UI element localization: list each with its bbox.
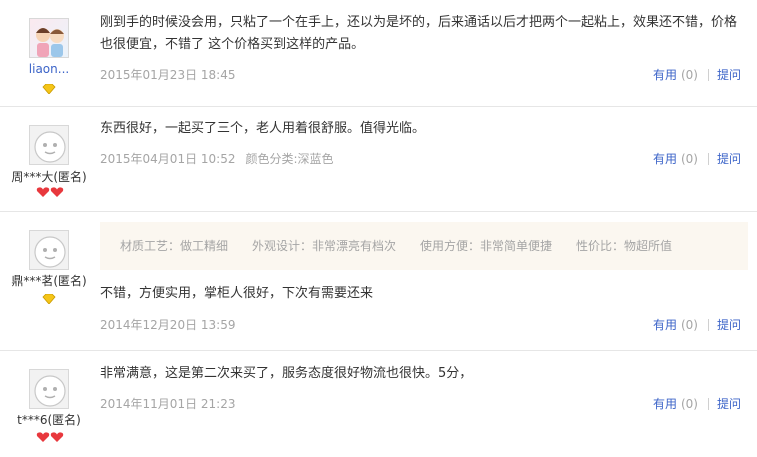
review-actions: 有用 (0) 提问 xyxy=(653,316,741,333)
user-avatar[interactable] xyxy=(29,369,69,409)
ask-button[interactable]: 提问 xyxy=(717,68,741,82)
useful-button[interactable]: 有用 xyxy=(653,152,677,166)
user-avatar[interactable] xyxy=(29,230,69,270)
yellow-diamond-icon xyxy=(42,84,56,94)
review-date: 2014年12月20日 13:59 xyxy=(100,318,236,332)
review-date: 2015年04月01日 10:52 xyxy=(100,152,236,166)
review-content: 非常满意，这是第二次来买了，服务态度很好物流也很快。5分， xyxy=(100,366,473,381)
review-date: 2014年11月01日 21:23 xyxy=(100,397,236,411)
ask-button[interactable]: 提问 xyxy=(717,318,741,332)
review-content: 不错，方便实用，掌柜人很好，下次有需要还来 xyxy=(100,286,374,301)
tag-bar: 材质工艺：做工精细 外观设计：非常漂亮有档次 使用方便：非常简单便捷 性价比：物超所值 xyxy=(100,222,748,270)
useful-button[interactable]: 有用 xyxy=(653,318,677,332)
divider xyxy=(707,153,709,165)
review-actions: 有用 (0) 提问 xyxy=(653,66,741,83)
divider xyxy=(707,319,709,331)
review-actions: 有用 (0) 提问 xyxy=(653,150,741,167)
useful-button[interactable]: 有用 xyxy=(653,397,677,411)
review-item: 周***大(匿名) 东西很好，一起买了三个，老人用着很舒服。值得光临。 2015… xyxy=(0,107,757,212)
divider xyxy=(707,398,709,410)
user-name: t***6(匿名) xyxy=(17,413,81,427)
tag-value: 性价比：物超所值 xyxy=(576,239,673,253)
tag-usability: 使用方便：非常简单便捷 xyxy=(420,239,553,253)
user-name: 周***大(匿名) xyxy=(11,170,87,184)
user-avatar[interactable] xyxy=(29,125,69,165)
useful-count: (0) xyxy=(680,68,698,82)
useful-count: (0) xyxy=(680,397,698,411)
user-name[interactable]: liaon... xyxy=(0,62,98,76)
review-actions: 有用 (0) 提问 xyxy=(653,395,741,412)
review-date: 2015年01月23日 18:45 xyxy=(100,68,236,82)
review-item: liaon... 刚到手的时候没会用，只粘了一个在手上，还以为是坏的，后来通话以… xyxy=(0,0,757,107)
spec-info: 颜色分类:深蓝色 xyxy=(245,152,334,166)
useful-button[interactable]: 有用 xyxy=(653,68,677,82)
useful-count: (0) xyxy=(680,152,698,166)
yellow-diamond-icon xyxy=(42,294,56,304)
review-meta: 2015年04月01日 10:52 颜色分类:深蓝色 xyxy=(100,150,334,167)
ask-button[interactable]: 提问 xyxy=(717,152,741,166)
user-name: 鼎***茗(匿名) xyxy=(11,274,87,288)
review-content: 刚到手的时候没会用，只粘了一个在手上，还以为是坏的，后来通话以后才把两个一起粘上… xyxy=(100,15,738,52)
user-avatar[interactable] xyxy=(29,18,69,58)
review-item: t***6(匿名) 非常满意，这是第二次来买了，服务态度很好物流也很快。5分， … xyxy=(0,351,757,457)
red-heart-icon xyxy=(36,187,64,197)
divider xyxy=(707,69,709,81)
tag-design: 外观设计：非常漂亮有档次 xyxy=(252,239,397,253)
useful-count: (0) xyxy=(680,318,698,332)
review-item: 鼎***茗(匿名) 材质工艺：做工精细 外观设计：非常漂亮有档次 使用方便：非常简单… xyxy=(0,212,757,351)
tag-craft: 材质工艺：做工精细 xyxy=(120,239,229,253)
review-content: 东西很好，一起买了三个，老人用着很舒服。值得光临。 xyxy=(100,121,426,136)
ask-button[interactable]: 提问 xyxy=(717,397,741,411)
red-heart-icon xyxy=(36,432,64,442)
